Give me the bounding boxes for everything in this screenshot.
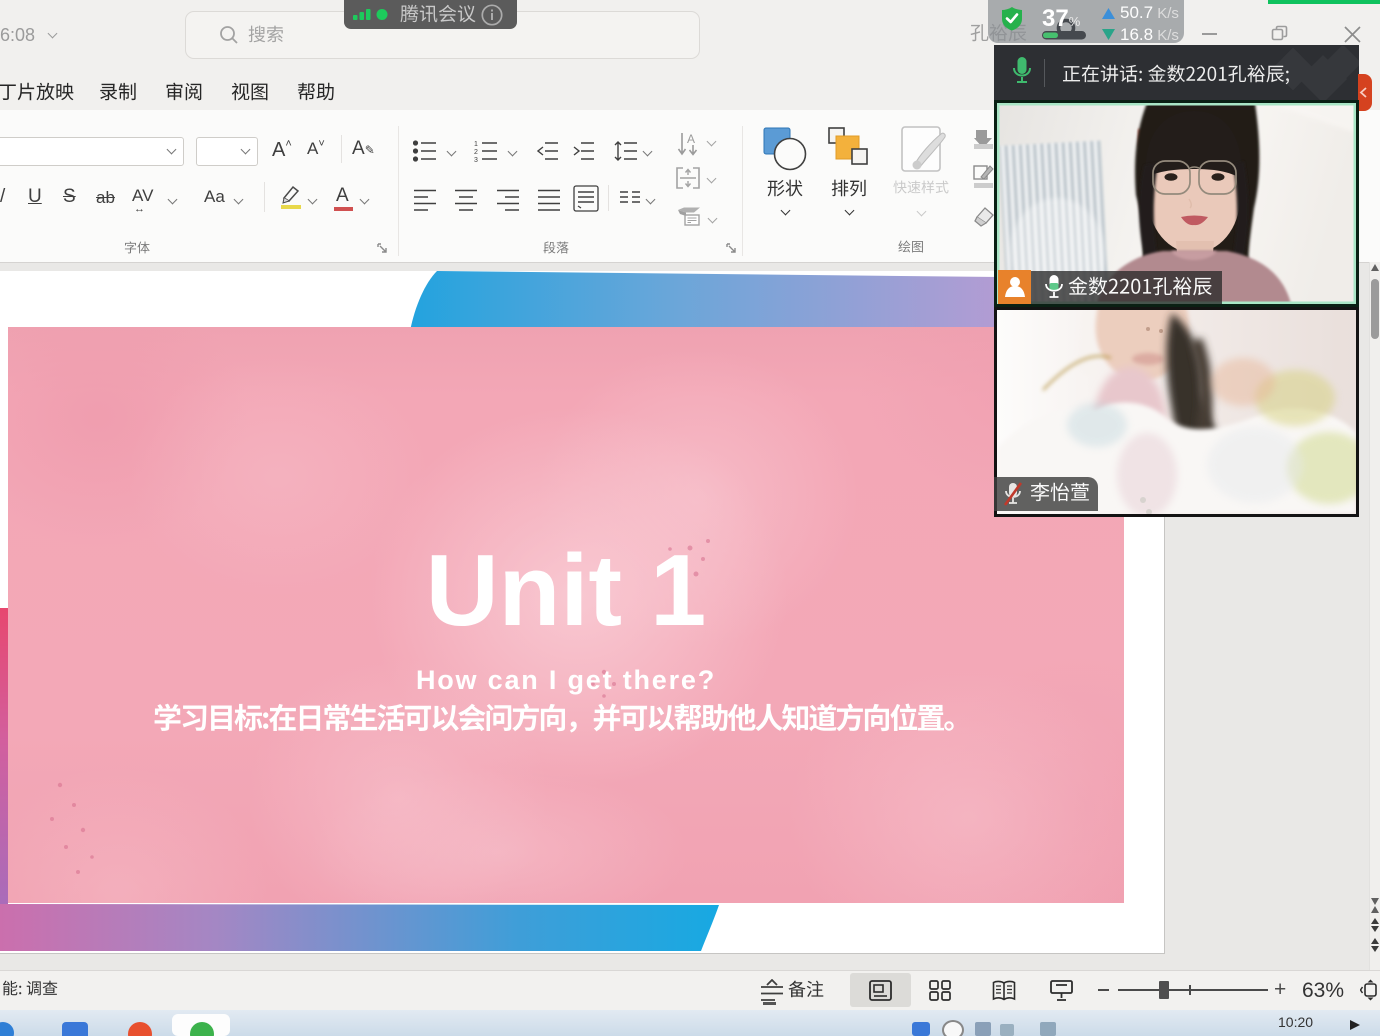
svg-text:A: A [687, 132, 695, 146]
svg-text:3: 3 [474, 157, 478, 163]
svg-text:1: 1 [474, 141, 478, 148]
svg-text:2: 2 [474, 149, 478, 156]
